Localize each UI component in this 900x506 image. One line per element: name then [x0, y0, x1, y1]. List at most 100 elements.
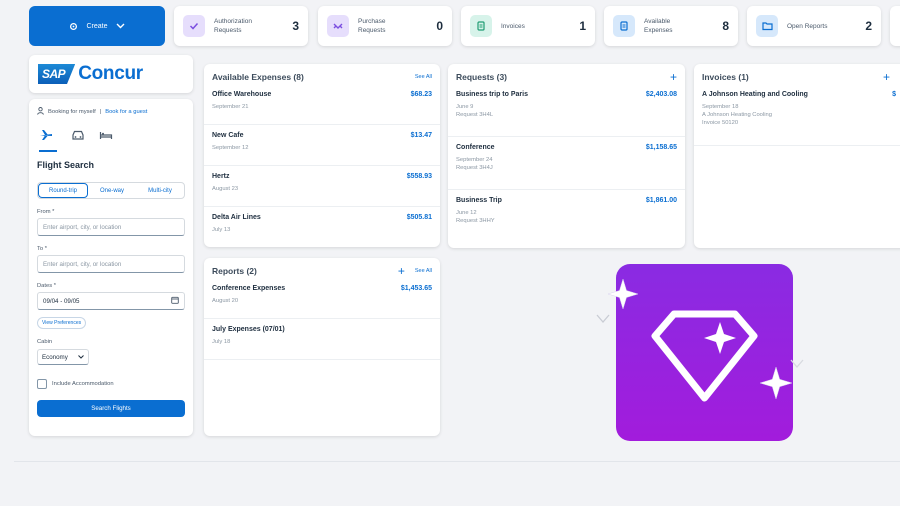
check-icon [183, 15, 205, 37]
invoice-icon [470, 15, 492, 37]
shuffle-icon [327, 15, 349, 37]
list-item[interactable]: Delta Air Lines $505.81 July 13 [204, 207, 440, 245]
to-input[interactable]: Enter airport, city, or location [37, 255, 185, 273]
item-amount: $13.47 [410, 132, 432, 139]
folder-icon [756, 15, 778, 37]
tile-available-expenses[interactable]: Available Expenses 8 [604, 6, 738, 46]
see-all-link[interactable]: See All [415, 74, 432, 80]
list-item[interactable]: A Johnson Heating and Cooling $ September… [694, 84, 900, 146]
tile-purchase-requests[interactable]: Purchase Requests 0 [318, 6, 452, 46]
calendar-icon[interactable] [171, 296, 179, 306]
item-name: A Johnson Heating and Cooling [702, 91, 808, 98]
chevron-small-icon [790, 359, 804, 368]
divider [14, 461, 900, 462]
invoices-title: Invoices (1) [702, 72, 749, 82]
available-expenses-title: Available Expenses (8) [212, 72, 304, 82]
tile-open-reports[interactable]: Open Reports 2 [747, 6, 881, 46]
cabin-label: Cabin [37, 339, 53, 345]
item-name: Business Trip [456, 197, 502, 204]
trip-type-round-trip[interactable]: Round-trip [38, 183, 88, 198]
tile-count: 0 [436, 19, 443, 33]
item-date: August 20 [212, 298, 239, 304]
dates-value: 09/04 - 09/05 [43, 297, 80, 305]
selected-mode-indicator [39, 150, 57, 152]
cabin-value: Economy [42, 353, 68, 361]
item-ref: Request 3HHY [456, 218, 495, 224]
tile-label: Available Expenses [644, 18, 673, 34]
list-item[interactable]: Conference $1,158.65 September 24 Request … [448, 137, 685, 190]
trip-type-segmented: Round-trip One-way Multi-city [37, 182, 185, 199]
item-amount: $ [892, 91, 896, 98]
search-flights-button[interactable]: Search Flights [37, 400, 185, 417]
item-name: Office Warehouse [212, 91, 272, 98]
view-preferences-button[interactable]: View Preferences [37, 317, 87, 329]
item-name: New Cafe [212, 132, 244, 139]
item-date: September 21 [212, 104, 249, 110]
dates-label: Dates * [37, 283, 57, 289]
tile-count: 3 [292, 19, 299, 33]
item-amount: $558.93 [406, 173, 432, 180]
item-name: Conference [456, 144, 495, 151]
include-accommodation-checkbox[interactable] [37, 379, 47, 389]
sparkle-icon [607, 278, 639, 310]
document-icon [613, 15, 635, 37]
hotel-bed-icon[interactable] [99, 128, 113, 152]
gear-icon [69, 22, 78, 31]
item-date: June 12 [456, 210, 477, 216]
reports-title: Reports (2) [212, 266, 257, 276]
item-name: July Expenses (07/01) [212, 326, 285, 333]
list-item[interactable]: Business Trip $1,861.00 June 12 Request 3H… [448, 190, 685, 243]
reports-card: Reports (2) + See All Conference Expense… [204, 258, 440, 436]
see-all-link[interactable]: See All [415, 268, 432, 274]
item-date: September 24 [456, 157, 493, 163]
item-amount: $1,158.65 [645, 144, 677, 151]
item-date: September 18 [702, 104, 739, 110]
book-for-guest-link[interactable]: Book for a guest [105, 109, 147, 115]
add-invoice-icon[interactable]: + [883, 71, 890, 83]
sparkle-icon [759, 366, 793, 400]
item-name: Business trip to Paris [456, 91, 528, 98]
requests-title: Requests (3) [456, 72, 508, 82]
create-button[interactable]: Create [29, 6, 165, 46]
list-item[interactable]: July Expenses (07/01) July 18 [204, 319, 440, 360]
tile-label: Authorization Requests [214, 18, 252, 34]
airplane-icon[interactable] [39, 128, 57, 146]
flight-search-card: Booking for myself | Book for a guest Fl… [29, 99, 193, 436]
booking-for-label: Booking for myself [48, 109, 96, 115]
chevron-down-icon [116, 23, 125, 29]
item-amount: $1,453.65 [400, 285, 432, 292]
item-date: August 23 [212, 186, 239, 192]
create-button-label: Create [86, 22, 108, 30]
trip-type-multi-city[interactable]: Multi-city [136, 183, 184, 198]
tile-count: 8 [722, 19, 729, 33]
list-item[interactable]: New Cafe $13.47 September 12 [204, 125, 440, 166]
chevron-small-icon [596, 314, 610, 323]
sap-logo: SAP [38, 64, 76, 84]
chevron-down-icon [78, 354, 84, 361]
item-ref: Invoice 50120 [702, 120, 739, 126]
item-amount: $2,403.08 [645, 91, 677, 98]
from-input[interactable]: Enter airport, city, or location [37, 218, 185, 236]
item-name: Conference Expenses [212, 285, 286, 292]
add-request-icon[interactable]: + [670, 71, 677, 83]
dates-input[interactable]: 09/04 - 09/05 [37, 292, 185, 310]
add-report-icon[interactable]: + [398, 265, 405, 277]
cabin-select[interactable]: Economy [37, 349, 89, 365]
list-item[interactable]: Office Warehouse $68.23 September 21 [204, 84, 440, 125]
tile-label: Open Reports [787, 22, 828, 30]
tile-authorization-requests[interactable]: Authorization Requests 3 [174, 6, 308, 46]
available-expenses-card: Available Expenses (8) See All Office Wa… [204, 64, 440, 247]
separator: | [99, 109, 102, 115]
trip-type-one-way[interactable]: One-way [88, 183, 136, 198]
include-accommodation-label: Include Accommodation [52, 381, 114, 387]
item-amount: $68.23 [410, 91, 432, 98]
list-item[interactable]: Business trip to Paris $2,403.08 June 9 Re… [448, 84, 685, 137]
item-name: Hertz [212, 173, 230, 180]
tile-label: Purchase Requests [358, 18, 386, 34]
tile-invoices[interactable]: Invoices 1 [461, 6, 595, 46]
car-icon[interactable] [71, 128, 85, 152]
list-item[interactable]: Conference Expenses $1,453.65 August 20 [204, 278, 440, 319]
list-item[interactable]: Hertz $558.93 August 23 [204, 166, 440, 207]
tile-overflow[interactable] [890, 6, 900, 46]
requests-card: Requests (3) + Business trip to Paris $2,… [448, 64, 685, 248]
